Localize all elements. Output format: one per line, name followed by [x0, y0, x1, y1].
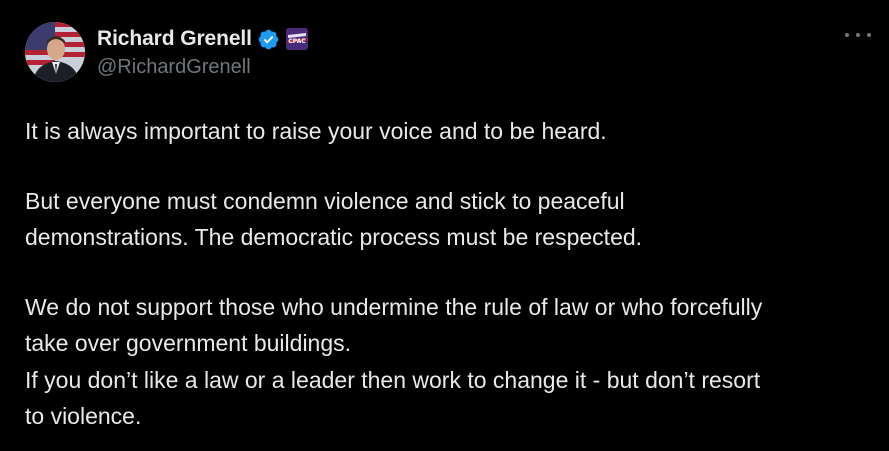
tweet-card: Richard Grenell CPAC @RichardGrenell It … [0, 0, 889, 451]
more-dot [856, 33, 860, 37]
tweet-paragraph-3-line-1: We do not support those who undermine th… [25, 293, 763, 320]
avatar-image [25, 22, 85, 82]
author-avatar[interactable] [25, 22, 85, 82]
cpac-affiliate-icon[interactable]: CPAC [285, 28, 308, 50]
svg-text:CPAC: CPAC [288, 38, 306, 45]
tweet-text: It is always important to raise your voi… [25, 113, 875, 435]
author-display-name[interactable]: Richard Grenell [97, 27, 252, 51]
tweet-paragraph-2-line-2: demonstrations. The democratic process m… [25, 224, 643, 250]
more-options-icon[interactable] [845, 26, 871, 44]
tweet-paragraph-3-line-4: to violence. [25, 403, 142, 429]
name-row: Richard Grenell CPAC [97, 24, 308, 54]
tweet-paragraph-3-line-3: If you don’t like a law or a leader then… [25, 366, 761, 393]
author-handle[interactable]: @RichardGrenell [97, 56, 308, 79]
more-dot [845, 33, 849, 37]
tweet-paragraph-2-line-1: But everyone must condemn violence and s… [25, 187, 625, 214]
tweet-paragraph-3-line-2: take over government buildings. [25, 330, 352, 356]
tweet-paragraph-1: It is always important to raise your voi… [25, 118, 607, 144]
more-dot [867, 33, 871, 37]
tweet-header: Richard Grenell CPAC @RichardGrenell [97, 24, 308, 79]
verified-badge-icon[interactable] [257, 28, 280, 51]
